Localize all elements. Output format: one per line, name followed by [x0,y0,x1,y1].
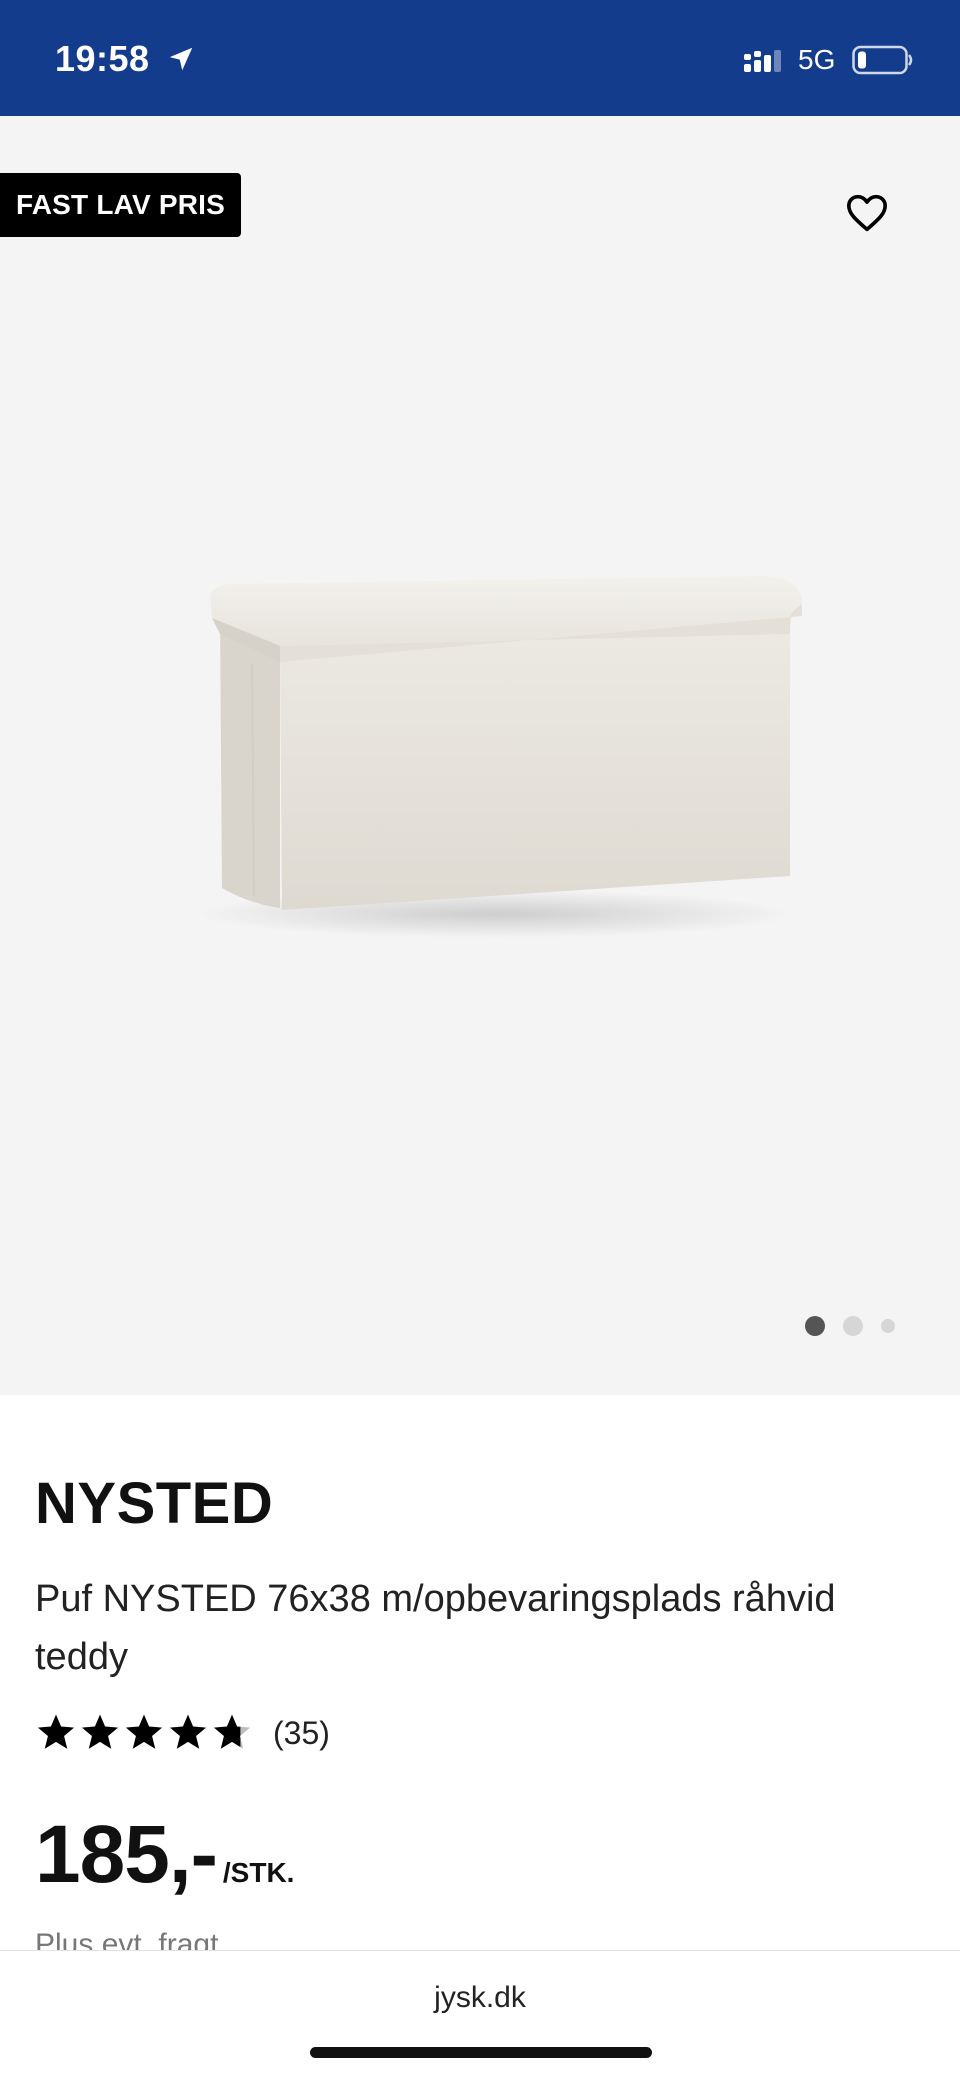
browser-bar: jysk.dk [0,1950,960,2079]
star-icon [169,1714,207,1749]
product-brand: NYSTED [35,1471,274,1536]
network-label: 5G [798,44,836,75]
shipping-note: Plus evt. fragt [35,1928,219,1952]
carousel-dots[interactable] [805,1316,895,1336]
price-badge: FAST LAV PRIS [0,173,241,237]
location-arrow-icon [169,47,193,71]
product-rating[interactable]: (35) [35,1712,330,1754]
star-icon [37,1714,75,1749]
star-icon [81,1714,119,1749]
rating-stars [35,1712,253,1754]
review-count[interactable]: (35) [273,1715,330,1752]
heart-icon [846,194,887,232]
battery-icon [852,45,913,75]
status-bar: 19:58 5G [0,0,960,116]
product-name: Puf NYSTED 76x38 m/opbevaringsplads råhv… [35,1578,836,1678]
star-icon [125,1714,163,1749]
product-gallery[interactable]: FAST LAV PRIS [0,116,960,1395]
status-time: 19:58 [55,38,150,79]
carousel-dot-1[interactable] [805,1316,825,1336]
carousel-dot-2[interactable] [843,1316,863,1336]
price-unit: /STK. [222,1857,295,1888]
carousel-dot-3[interactable] [881,1319,895,1333]
cellular-signal-icon [744,50,781,72]
price-row: 185,- /STK. [35,1808,294,1902]
product-image[interactable] [150,556,820,956]
favorite-button[interactable] [840,186,894,240]
home-indicator[interactable] [310,2047,652,2058]
product-price: 185,- [35,1809,218,1900]
star-icon [213,1714,251,1749]
url-label[interactable]: jysk.dk [0,1981,960,2015]
